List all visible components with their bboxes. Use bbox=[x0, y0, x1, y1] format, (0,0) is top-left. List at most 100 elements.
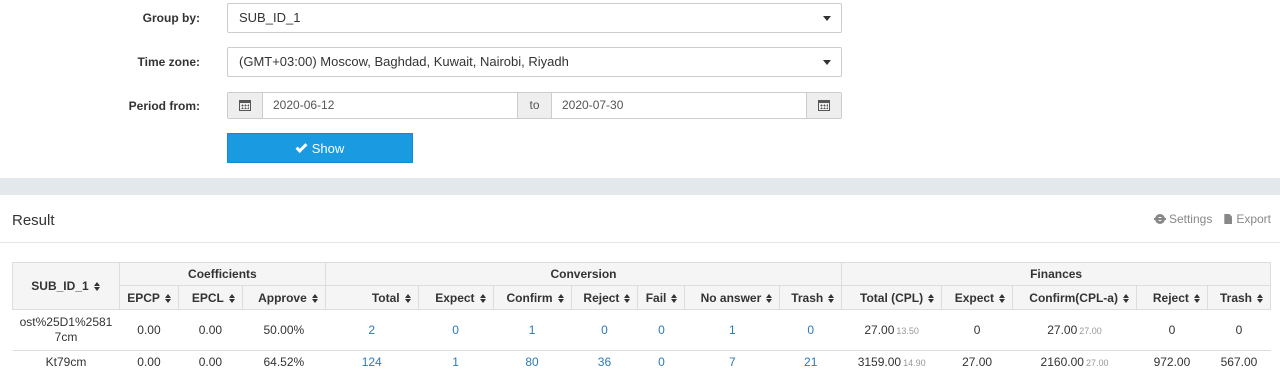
col-epcp[interactable]: EPCP bbox=[118, 285, 179, 310]
cell-expect[interactable]: 1 bbox=[418, 350, 494, 373]
gear-icon bbox=[1153, 214, 1166, 224]
check-icon bbox=[295, 140, 308, 153]
cell-fail[interactable]: 0 bbox=[637, 309, 685, 351]
sort-icon bbox=[404, 293, 412, 303]
cell-epcp: 0.00 bbox=[119, 309, 179, 351]
col-trash[interactable]: Trash bbox=[779, 285, 843, 310]
cell-fin-expect: 0 bbox=[941, 309, 1013, 351]
calendar-icon bbox=[239, 100, 251, 111]
table-row: ost%25D1%2581 7cm 0.00 0.00 50.00% 2 0 1… bbox=[12, 309, 1271, 351]
calendar-to-button[interactable] bbox=[806, 93, 841, 118]
result-title: Result bbox=[12, 212, 55, 229]
sort-icon bbox=[164, 293, 172, 303]
sort-icon bbox=[1257, 293, 1264, 303]
col-total[interactable]: Total bbox=[324, 285, 419, 310]
cell-fin-reject: 972.00 bbox=[1136, 350, 1208, 373]
chevron-down-icon bbox=[823, 60, 831, 65]
sort-icon bbox=[93, 282, 101, 291]
cell-fin-expect: 27.00 bbox=[941, 350, 1013, 373]
cell-approve: 64.52% bbox=[242, 350, 326, 373]
cell-confirm[interactable]: 1 bbox=[493, 309, 571, 351]
col-fail[interactable]: Fail bbox=[637, 285, 686, 310]
cell-fin-reject: 0 bbox=[1136, 309, 1208, 351]
section-divider bbox=[0, 178, 1280, 195]
date-from-input[interactable]: 2020-06-12 bbox=[263, 93, 517, 118]
result-separator bbox=[0, 242, 1280, 243]
calendar-icon bbox=[818, 100, 830, 111]
cell-no-answer[interactable]: 1 bbox=[684, 309, 780, 351]
settings-label: Settings bbox=[1168, 212, 1213, 226]
sort-icon bbox=[479, 293, 487, 303]
table-row: Kt79cm 0.00 0.00 64.52% 124 1 80 36 0 7 … bbox=[12, 350, 1271, 373]
col-approve[interactable]: Approve bbox=[241, 285, 326, 310]
sort-icon bbox=[311, 293, 319, 303]
sort-icon bbox=[557, 293, 565, 303]
date-to-input[interactable]: 2020-07-30 bbox=[552, 93, 806, 118]
file-icon bbox=[1224, 214, 1233, 224]
col-no-answer[interactable]: No answer bbox=[684, 285, 781, 310]
time-zone-label: Time zone: bbox=[137, 55, 200, 69]
sort-icon bbox=[624, 293, 631, 303]
cell-no-answer[interactable]: 7 bbox=[684, 350, 780, 373]
cell-epcl: 0.00 bbox=[178, 309, 243, 351]
col-reject[interactable]: Reject bbox=[570, 285, 639, 310]
period-label: Period from: bbox=[128, 99, 200, 113]
time-zone-value: (GMT+03:00) Moscow, Baghdad, Kuwait, Nai… bbox=[239, 54, 569, 69]
cell-total[interactable]: 124 bbox=[325, 350, 419, 373]
cell-fin-trash: 0 bbox=[1207, 309, 1271, 351]
cell-sub-id: ost%25D1%2581 7cm bbox=[12, 309, 120, 351]
col-fin-trash[interactable]: Trash bbox=[1206, 285, 1272, 310]
results-table: SUB_ID_1 Coefficients Conversion Finance… bbox=[12, 262, 1272, 373]
sort-icon bbox=[1122, 293, 1130, 303]
cell-approve: 50.00% bbox=[242, 309, 326, 351]
show-button-label: Show bbox=[311, 140, 345, 156]
cell-total-cpl: 27.00 13.50 bbox=[841, 309, 942, 351]
cell-trash[interactable]: 0 bbox=[779, 309, 842, 351]
sort-icon bbox=[828, 293, 835, 303]
col-fin-expect[interactable]: Expect bbox=[941, 285, 1014, 310]
col-confirm[interactable]: Confirm bbox=[492, 285, 572, 310]
cell-confirm-cpl-a: 27.00 27.00 bbox=[1012, 309, 1137, 351]
col-fin-reject[interactable]: Reject bbox=[1135, 285, 1208, 310]
sort-icon bbox=[228, 293, 236, 303]
col-sub-id[interactable]: SUB_ID_1 bbox=[12, 262, 120, 310]
time-zone-select[interactable]: (GMT+03:00) Moscow, Baghdad, Kuwait, Nai… bbox=[227, 47, 842, 77]
period-range: 2020-06-12 to 2020-07-30 bbox=[227, 92, 842, 119]
sort-icon bbox=[671, 293, 678, 303]
cell-reject[interactable]: 36 bbox=[571, 350, 638, 373]
result-tools: Settings Export bbox=[1153, 212, 1271, 226]
cell-reject[interactable]: 0 bbox=[571, 309, 638, 351]
period-to-label: to bbox=[517, 93, 552, 118]
cell-confirm-cpl-a: 2160.00 27.00 bbox=[1012, 350, 1137, 373]
cell-total[interactable]: 2 bbox=[325, 309, 419, 351]
cell-sub-id: Kt79cm bbox=[12, 350, 120, 373]
col-expect[interactable]: Expect bbox=[417, 285, 494, 310]
col-total-cpl[interactable]: Total (CPL) bbox=[841, 285, 943, 310]
export-label: Export bbox=[1236, 212, 1271, 226]
cell-expect[interactable]: 0 bbox=[418, 309, 494, 351]
col-epcl[interactable]: EPCL bbox=[177, 285, 243, 310]
settings-link[interactable]: Settings bbox=[1153, 212, 1213, 226]
cell-trash[interactable]: 21 bbox=[779, 350, 842, 373]
show-button[interactable]: Show bbox=[227, 133, 413, 163]
cell-fin-trash: 567.00 bbox=[1207, 350, 1271, 373]
sort-icon bbox=[1193, 293, 1201, 303]
group-by-value: SUB_ID_1 bbox=[239, 10, 301, 25]
group-coefficients: Coefficients bbox=[118, 262, 326, 286]
group-by-row: Group by: SUB_ID_1 bbox=[0, 3, 860, 33]
chevron-down-icon bbox=[823, 16, 831, 21]
sort-icon bbox=[999, 293, 1006, 303]
calendar-from-button[interactable] bbox=[228, 93, 263, 118]
cell-confirm[interactable]: 80 bbox=[493, 350, 571, 373]
time-zone-row: Time zone: (GMT+03:00) Moscow, Baghdad, … bbox=[0, 47, 860, 77]
cell-total-cpl: 3159.00 14.90 bbox=[841, 350, 942, 373]
cell-epcp: 0.00 bbox=[119, 350, 179, 373]
export-link[interactable]: Export bbox=[1224, 212, 1271, 226]
cell-fail[interactable]: 0 bbox=[637, 350, 685, 373]
group-by-select[interactable]: SUB_ID_1 bbox=[227, 3, 842, 33]
col-confirm-cpl-a[interactable]: Confirm(CPL-a) bbox=[1012, 285, 1137, 310]
sort-icon bbox=[928, 293, 935, 303]
sort-icon bbox=[766, 293, 773, 303]
group-conversion: Conversion bbox=[324, 262, 843, 286]
group-finances: Finances bbox=[841, 262, 1271, 286]
